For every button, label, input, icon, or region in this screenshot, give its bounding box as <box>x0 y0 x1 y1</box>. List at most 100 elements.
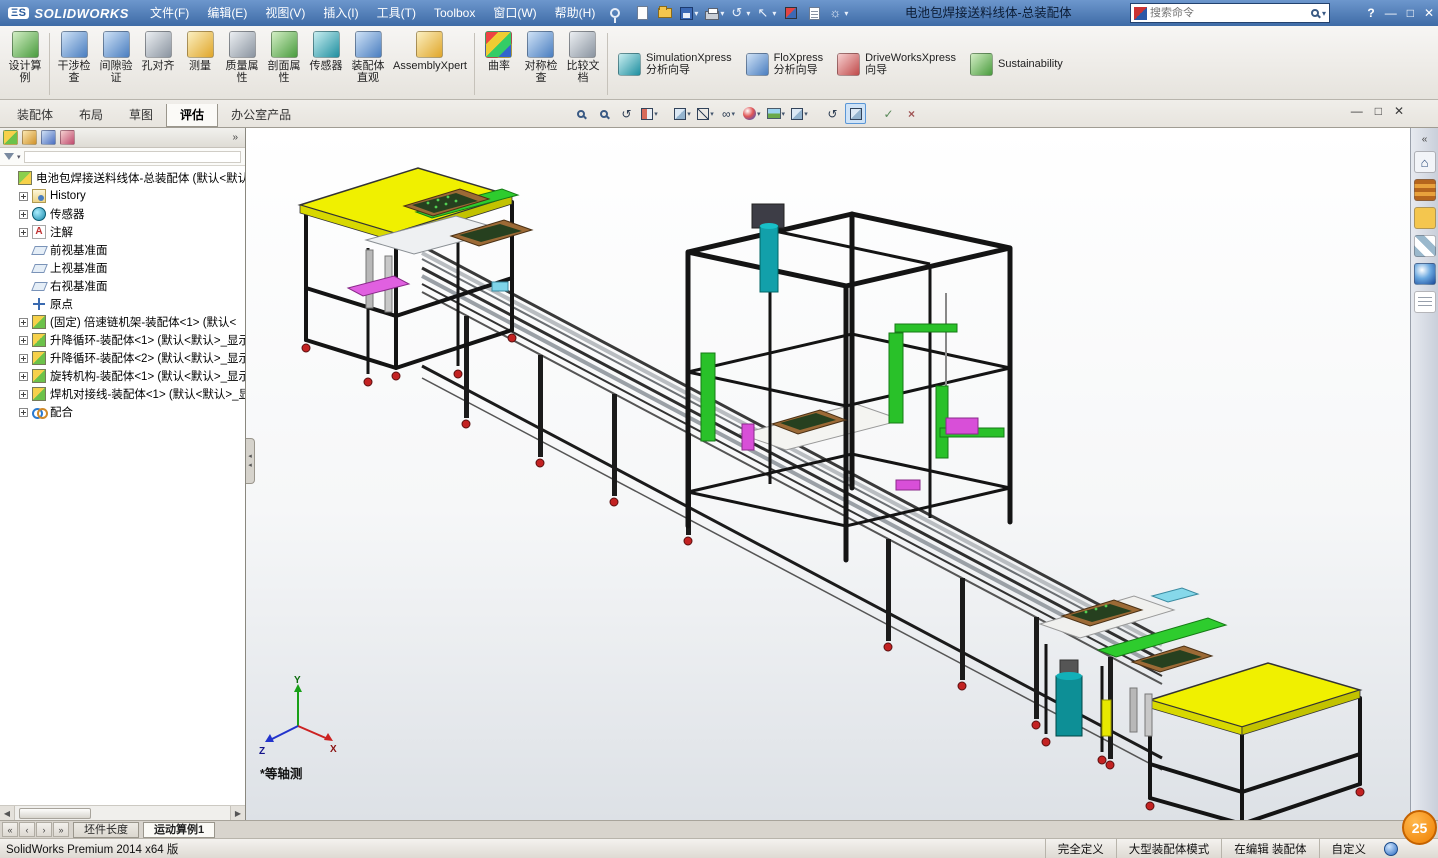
view-palette-icon[interactable] <box>1414 235 1436 257</box>
menu-insert[interactable]: 插入(I) <box>314 0 367 26</box>
configurationmanager-tab-icon[interactable] <box>41 130 56 145</box>
expander-icon[interactable] <box>19 390 28 399</box>
tree-item-subassembly[interactable]: (固定) 倍速链机架-装配体<1> (默认< <box>0 313 245 331</box>
curvature-button[interactable]: 曲率 <box>478 29 520 99</box>
design-study-button[interactable]: 设计算 例 <box>4 29 46 99</box>
apply-scene-icon[interactable]: ▾ <box>765 103 788 124</box>
solidworks-resources-icon[interactable]: ⌂ <box>1414 151 1436 173</box>
scroll-left-icon[interactable]: ◀ <box>0 806 15 820</box>
interference-check-button[interactable]: 干涉检 查 <box>53 29 95 99</box>
search-input[interactable] <box>1150 7 1308 19</box>
menu-tools[interactable]: 工具(T) <box>368 0 425 26</box>
doc-restore-icon[interactable]: □ <box>1375 104 1382 118</box>
clearance-verify-button[interactable]: 间隙验 证 <box>95 29 137 99</box>
tree-item-annotations[interactable]: 注解 <box>0 223 245 241</box>
filter-caret-icon[interactable]: ▾ <box>17 153 21 161</box>
tab-layout[interactable]: 布局 <box>66 104 116 127</box>
options-button[interactable]: ☼▾ <box>827 3 850 23</box>
assemblyxpert-button[interactable]: AssemblyXpert <box>389 29 471 99</box>
view-orientation-icon[interactable]: ▾ <box>672 103 693 124</box>
measure-button[interactable]: 测量 <box>179 29 221 99</box>
rotate-view-icon[interactable]: ↺ <box>822 103 843 124</box>
model-3d[interactable] <box>246 128 1410 820</box>
propertymanager-tab-icon[interactable] <box>22 130 37 145</box>
tab-assembly[interactable]: 装配体 <box>4 104 66 127</box>
print-button[interactable]: ▾ <box>703 3 726 23</box>
tab-scroll-prev-icon[interactable]: ‹ <box>19 822 35 837</box>
zoom-fit-icon[interactable] <box>570 103 591 124</box>
menu-view[interactable]: 视图(V) <box>256 0 314 26</box>
expander-icon[interactable] <box>19 372 28 381</box>
open-button[interactable] <box>655 3 675 23</box>
featuremanager-tab-icon[interactable] <box>3 130 18 145</box>
search-icon[interactable] <box>1311 9 1319 17</box>
panel-expand-button[interactable]: » <box>228 132 242 143</box>
select-button[interactable]: ↖▾ <box>755 3 778 23</box>
tab-sketch[interactable]: 草图 <box>116 104 166 127</box>
file-properties-button[interactable] <box>804 3 824 23</box>
tree-item-right-plane[interactable]: 右视基准面 <box>0 277 245 295</box>
tree-item-sensors[interactable]: 传感器 <box>0 205 245 223</box>
expander-icon[interactable] <box>19 336 28 345</box>
status-custom[interactable]: 自定义 <box>1319 839 1379 858</box>
scrollbar-thumb[interactable] <box>19 808 91 819</box>
compare-documents-button[interactable]: 比较文 档 <box>562 29 604 99</box>
doc-close-icon[interactable]: ✕ <box>1394 104 1404 118</box>
tree-item-root[interactable]: 电池包焊接送料线体-总装配体 (默认<默认 <box>0 169 245 187</box>
filter-funnel-icon[interactable] <box>4 153 14 160</box>
rebuild-button[interactable] <box>781 3 801 23</box>
tree-item-subassembly[interactable]: 旋转机构-装配体<1> (默认<默认>_显示 <box>0 367 245 385</box>
scroll-right-icon[interactable]: ▶ <box>230 806 245 820</box>
zoom-area-icon[interactable] <box>593 103 614 124</box>
expander-icon[interactable] <box>19 228 28 237</box>
tab-evaluate[interactable]: 评估 <box>166 104 218 127</box>
design-library-icon[interactable] <box>1414 179 1436 201</box>
tab-office-products[interactable]: 办公室产品 <box>218 104 304 127</box>
tree-item-subassembly[interactable]: 焊机对接线-装配体<1> (默认<默认>_显 <box>0 385 245 403</box>
edit-appearance-icon[interactable]: ▾ <box>741 103 763 124</box>
panel-collapse-handle[interactable]: ◂◂ <box>246 438 255 484</box>
search-box[interactable]: ▾ <box>1130 3 1330 23</box>
expander-icon[interactable] <box>19 210 28 219</box>
menu-edit[interactable]: 编辑(E) <box>198 0 256 26</box>
menu-pin-icon[interactable] <box>610 8 620 18</box>
file-explorer-icon[interactable] <box>1414 207 1436 229</box>
symmetry-check-button[interactable]: 对称检 查 <box>520 29 562 99</box>
hide-show-items-icon[interactable]: ∞▾ <box>718 103 739 124</box>
mass-properties-button[interactable]: 质量属 性 <box>221 29 263 99</box>
expander-icon[interactable] <box>19 408 28 417</box>
tree-item-front-plane[interactable]: 前视基准面 <box>0 241 245 259</box>
tree-item-subassembly[interactable]: 升降循环-装配体<2> (默认<默认>_显示 <box>0 349 245 367</box>
cancel-icon[interactable]: × <box>901 103 922 124</box>
hole-alignment-button[interactable]: 孔对齐 <box>137 29 179 99</box>
tab-scroll-last-icon[interactable]: » <box>53 822 69 837</box>
tree-item-origin[interactable]: 原点 <box>0 295 245 313</box>
close-icon[interactable]: ✕ <box>1424 6 1434 20</box>
sustainability-button[interactable]: Sustainability <box>963 29 1070 99</box>
motion-tab-study1[interactable]: 运动算例1 <box>143 822 215 838</box>
expander-icon[interactable] <box>19 192 28 201</box>
assembly-visualization-button[interactable]: 装配体 直观 <box>347 29 389 99</box>
menu-file[interactable]: 文件(F) <box>141 0 198 26</box>
confirm-icon[interactable]: ✓ <box>878 103 899 124</box>
view-settings-icon[interactable]: ▾ <box>789 103 810 124</box>
doc-minimize-icon[interactable]: — <box>1351 104 1363 118</box>
sensor-button[interactable]: 传感器 <box>305 29 347 99</box>
appearances-icon[interactable] <box>1414 263 1436 285</box>
driveworksxpress-button[interactable]: DriveWorksXpress 向导 <box>830 29 963 99</box>
section-properties-button[interactable]: 剖面属 性 <box>263 29 305 99</box>
floxpress-button[interactable]: FloXpress 分析向导 <box>739 29 831 99</box>
simulationxpress-button[interactable]: SimulationXpress 分析向导 <box>611 29 739 99</box>
expander-icon[interactable] <box>19 354 28 363</box>
help-icon[interactable]: ? <box>1367 6 1374 20</box>
new-button[interactable] <box>632 3 652 23</box>
undo-button[interactable]: ↺▾ <box>729 3 752 23</box>
tab-scroll-next-icon[interactable]: › <box>36 822 52 837</box>
tree-item-history[interactable]: History <box>0 187 245 205</box>
panel-horizontal-scrollbar[interactable]: ◀ ▶ <box>0 805 245 820</box>
filter-input[interactable] <box>24 151 241 163</box>
motion-tab-blank-length[interactable]: 坯件长度 <box>73 822 139 838</box>
menu-toolbox[interactable]: Toolbox <box>425 0 484 26</box>
display-style-icon[interactable]: ▾ <box>695 103 716 124</box>
tree-item-top-plane[interactable]: 上视基准面 <box>0 259 245 277</box>
